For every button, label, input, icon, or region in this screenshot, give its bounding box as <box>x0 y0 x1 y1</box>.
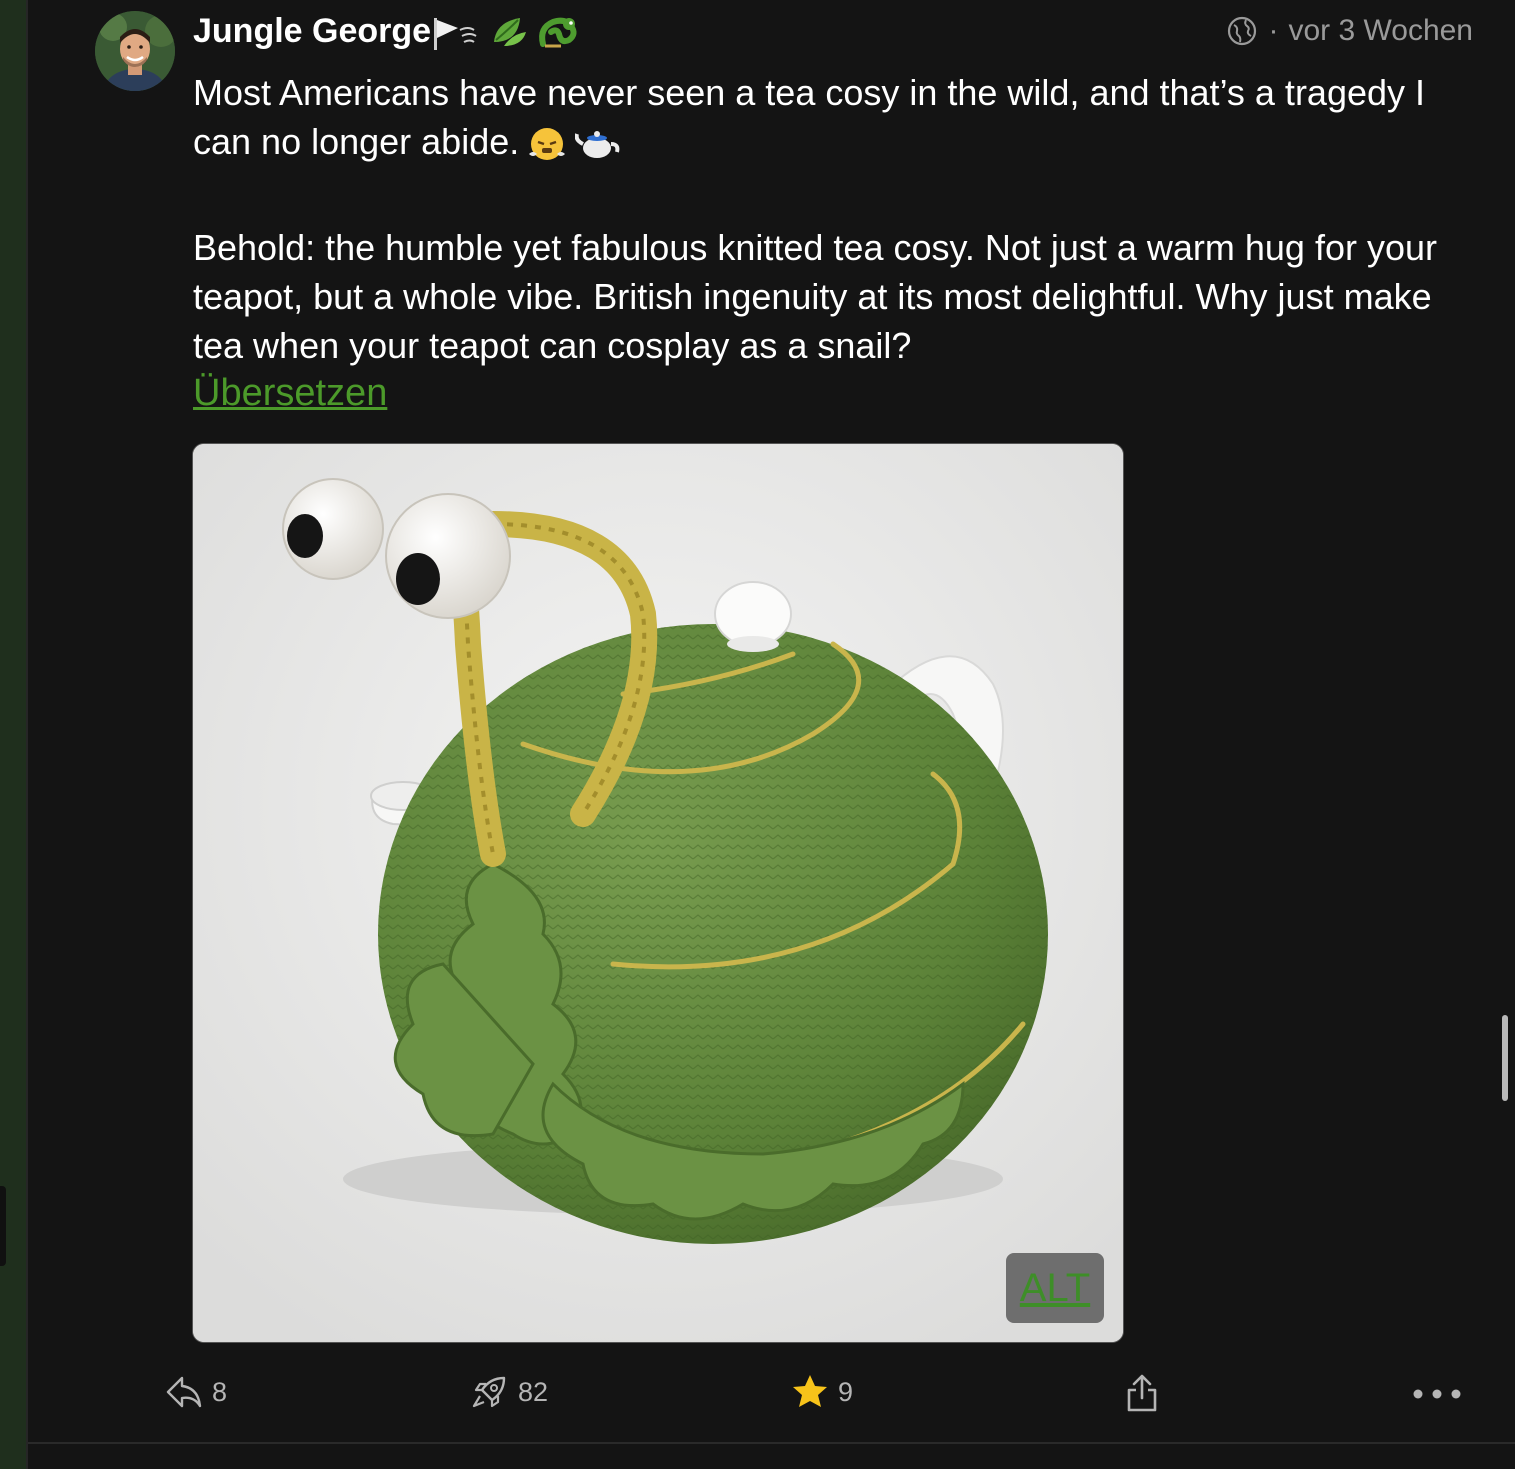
reply-button[interactable]: 8 <box>164 1372 227 1412</box>
snail-tea-cosy-image <box>193 444 1123 1342</box>
paragraph-1-text: Most Americans have never seen a tea cos… <box>193 72 1426 162</box>
flag-emoji <box>434 18 477 50</box>
timestamp[interactable]: vor 3 Wochen <box>1288 14 1473 48</box>
alt-badge[interactable]: ALT <box>1006 1253 1104 1323</box>
boost-count: 82 <box>518 1376 549 1407</box>
rocket-icon <box>472 1376 506 1408</box>
star-icon <box>793 1375 827 1407</box>
next-post-area <box>28 1444 1515 1469</box>
meta-separator: · <box>1268 14 1279 47</box>
scrollbar-thumb[interactable] <box>1502 1015 1508 1101</box>
share-icon <box>1127 1374 1157 1412</box>
display-name[interactable]: Jungle George <box>193 12 431 51</box>
paragraph-1: Most Americans have never seen a tea cos… <box>193 68 1483 174</box>
post-meta: · vor 3 Wochen <box>1226 14 1473 48</box>
more-options-button[interactable] <box>1410 1372 1464 1412</box>
post-content: Most Americans have never seen a tea cos… <box>193 68 1483 370</box>
avatar[interactable] <box>95 11 175 91</box>
boost-button[interactable]: 82 <box>470 1372 548 1412</box>
translate-link[interactable]: Übersetzen <box>193 372 387 415</box>
action-bar: 8 82 9 <box>28 1372 1515 1424</box>
reply-count: 8 <box>212 1376 228 1407</box>
favourite-button[interactable]: 9 <box>790 1372 853 1412</box>
dragon-emoji <box>539 17 577 48</box>
globe-icon[interactable] <box>1226 15 1258 47</box>
paragraph-2: Behold: the humble yet fabulous knitted … <box>193 227 1438 366</box>
leaf-emoji <box>494 18 526 46</box>
favourite-count: 9 <box>838 1376 854 1407</box>
left-column-strip <box>0 0 28 1469</box>
reply-icon <box>164 1376 202 1408</box>
media-image[interactable]: ALT <box>192 443 1124 1343</box>
status-post: Jungle George · vor 3 Wochen Most Americ… <box>28 0 1515 1442</box>
teapot-emoji <box>574 122 621 174</box>
steam-face-emoji <box>525 122 569 174</box>
side-panel-handle[interactable] <box>0 1186 6 1266</box>
more-dots-icon <box>1413 1389 1461 1399</box>
share-button[interactable] <box>1124 1372 1160 1414</box>
